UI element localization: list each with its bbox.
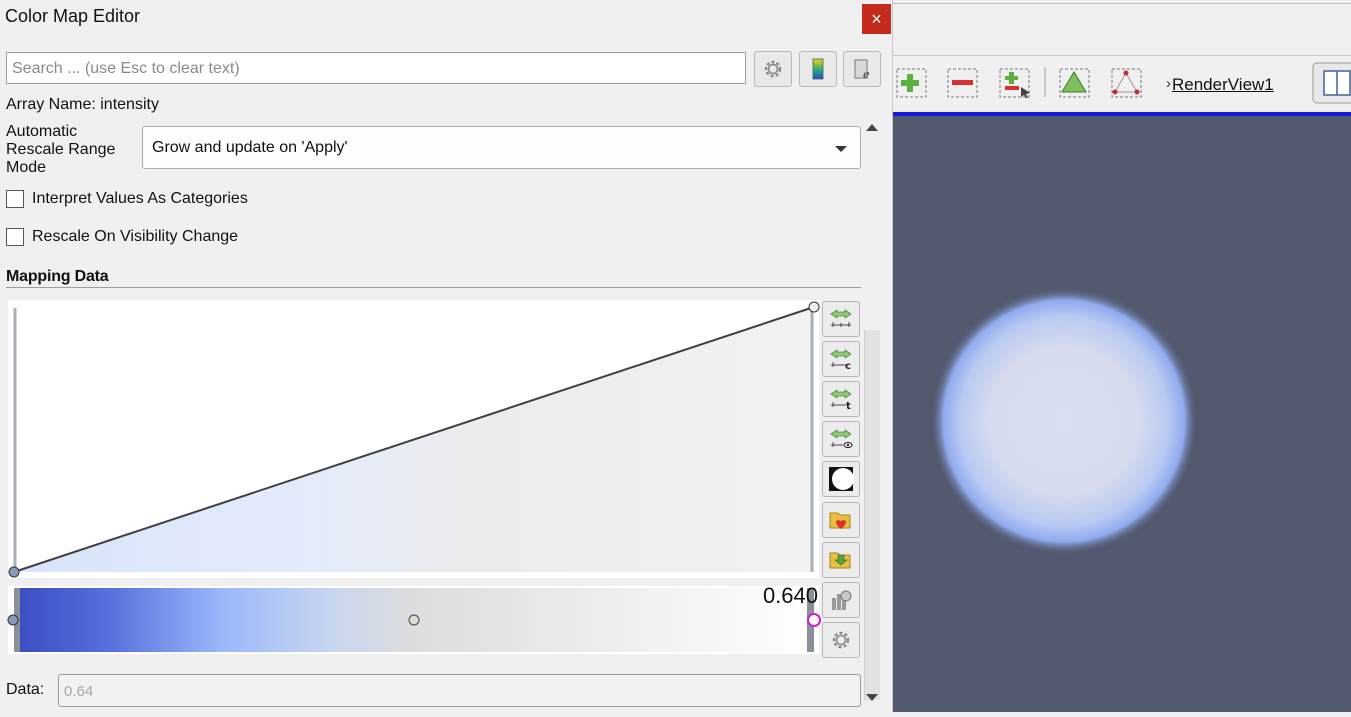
close-button[interactable]: ×: [862, 4, 891, 34]
rescale-mode-label: Automatic Rescale Range Mode: [6, 123, 116, 176]
rescale-visibility-checkbox[interactable]: [6, 228, 24, 246]
svg-text:t: t: [846, 401, 851, 411]
toolbar-separator: [1044, 67, 1046, 97]
gear-button[interactable]: [754, 51, 792, 87]
rescale-to-temporal-icon: t: [830, 389, 852, 411]
color-map-editor-panel: Color Map Editor × Search ... (use Esc t…: [0, 0, 892, 712]
data-histogram-button[interactable]: [822, 582, 860, 618]
zoom-out-button[interactable]: [947, 67, 979, 99]
rescale-to-data-button[interactable]: [822, 301, 860, 337]
mapping-data-title: Mapping Data: [6, 268, 109, 285]
data-histogram-icon: [832, 590, 852, 610]
edit-advanced-icon: e: [854, 59, 870, 80]
rescale-to-visible-icon: [830, 429, 853, 448]
sphere-render: [930, 287, 1198, 555]
view-frame-marker: ›: [1166, 75, 1171, 92]
gear-icon: [764, 60, 782, 78]
zoom-to-box-icon: [999, 68, 1030, 98]
zoom-to-box-button[interactable]: [999, 67, 1031, 99]
rescale-mode-select[interactable]: Grow and update on 'Apply': [142, 126, 861, 169]
colormap-left-edge: [14, 588, 20, 652]
opacity-line: [13, 306, 815, 573]
scroll-up-arrow[interactable]: [866, 124, 878, 131]
color-point[interactable]: [408, 614, 420, 626]
save-favorite-button[interactable]: [822, 502, 860, 538]
select-triangle-icon: [1059, 68, 1090, 98]
save-favorite-icon: [829, 512, 851, 529]
editor-settings-button[interactable]: [822, 622, 860, 658]
intensity-sphere: [930, 287, 1198, 555]
scroll-down-arrow[interactable]: [866, 694, 878, 701]
data-value-field[interactable]: 0.64: [58, 674, 861, 707]
invert-transfer-icon: [829, 467, 854, 491]
interpret-categories-label: Interpret Values As Categories: [32, 190, 248, 207]
scrollbar-thumb[interactable]: [864, 330, 880, 700]
section-divider: [6, 287, 861, 288]
opacity-canvas[interactable]: [8, 300, 819, 578]
svg-text:c: c: [845, 361, 851, 371]
rescale-to-visible-button[interactable]: [822, 421, 860, 457]
rescale-to-custom-button[interactable]: c: [822, 341, 860, 377]
svg-text:e: e: [863, 68, 870, 80]
color-point[interactable]: [7, 614, 19, 626]
settings-gear-icon: [832, 631, 850, 649]
rescale-visibility-label: Rescale On Visibility Change: [32, 228, 239, 245]
data-field-label: Data:: [6, 681, 45, 698]
zoom-out-icon: [947, 68, 978, 98]
rescale-to-custom-icon: c: [830, 349, 852, 371]
opacity-fill: [14, 307, 814, 572]
zoom-in-button[interactable]: [896, 67, 928, 99]
search-input[interactable]: Search ... (use Esc to clear text): [6, 52, 746, 84]
top-divider: [893, 3, 1351, 4]
render-view-canvas[interactable]: [893, 116, 1351, 712]
select-points-button[interactable]: [1111, 67, 1143, 99]
rescale-mode-value: Grow and update on 'Apply': [152, 139, 348, 156]
import-preset-button[interactable]: [822, 542, 860, 578]
edit-advanced-button[interactable]: e: [843, 51, 881, 87]
colormap-canvas[interactable]: [8, 586, 819, 654]
rescale-to-data-icon: [830, 309, 852, 327]
colormap-bar: [14, 588, 814, 652]
toolbar-divider: [893, 55, 1351, 56]
invert-transfer-button[interactable]: [822, 461, 860, 497]
panel-title: Color Map Editor: [5, 6, 141, 26]
select-points-icon: [1111, 68, 1142, 98]
rescale-to-temporal-button[interactable]: t: [822, 381, 860, 417]
colormap-presets-icon: [812, 58, 824, 80]
current-value-readout: 0.640: [762, 583, 818, 608]
render-view-title[interactable]: RenderView1: [1172, 75, 1274, 95]
import-preset-icon: [829, 552, 851, 569]
split-view-icon: [1312, 62, 1351, 104]
colormap-presets-button[interactable]: [799, 51, 837, 87]
array-name-label: Array Name: intensity: [6, 96, 159, 113]
panel-titlebar: Color Map Editor ×: [0, 0, 892, 36]
selected-color-point[interactable]: [807, 613, 821, 627]
select-triangle-button[interactable]: [1059, 67, 1091, 99]
interpret-categories-checkbox[interactable]: [6, 190, 24, 208]
split-view-button[interactable]: [1312, 62, 1351, 104]
opacity-point[interactable]: [808, 301, 820, 313]
chevron-down-icon: [835, 146, 847, 152]
zoom-in-icon: [896, 68, 927, 98]
opacity-point[interactable]: [8, 566, 20, 578]
